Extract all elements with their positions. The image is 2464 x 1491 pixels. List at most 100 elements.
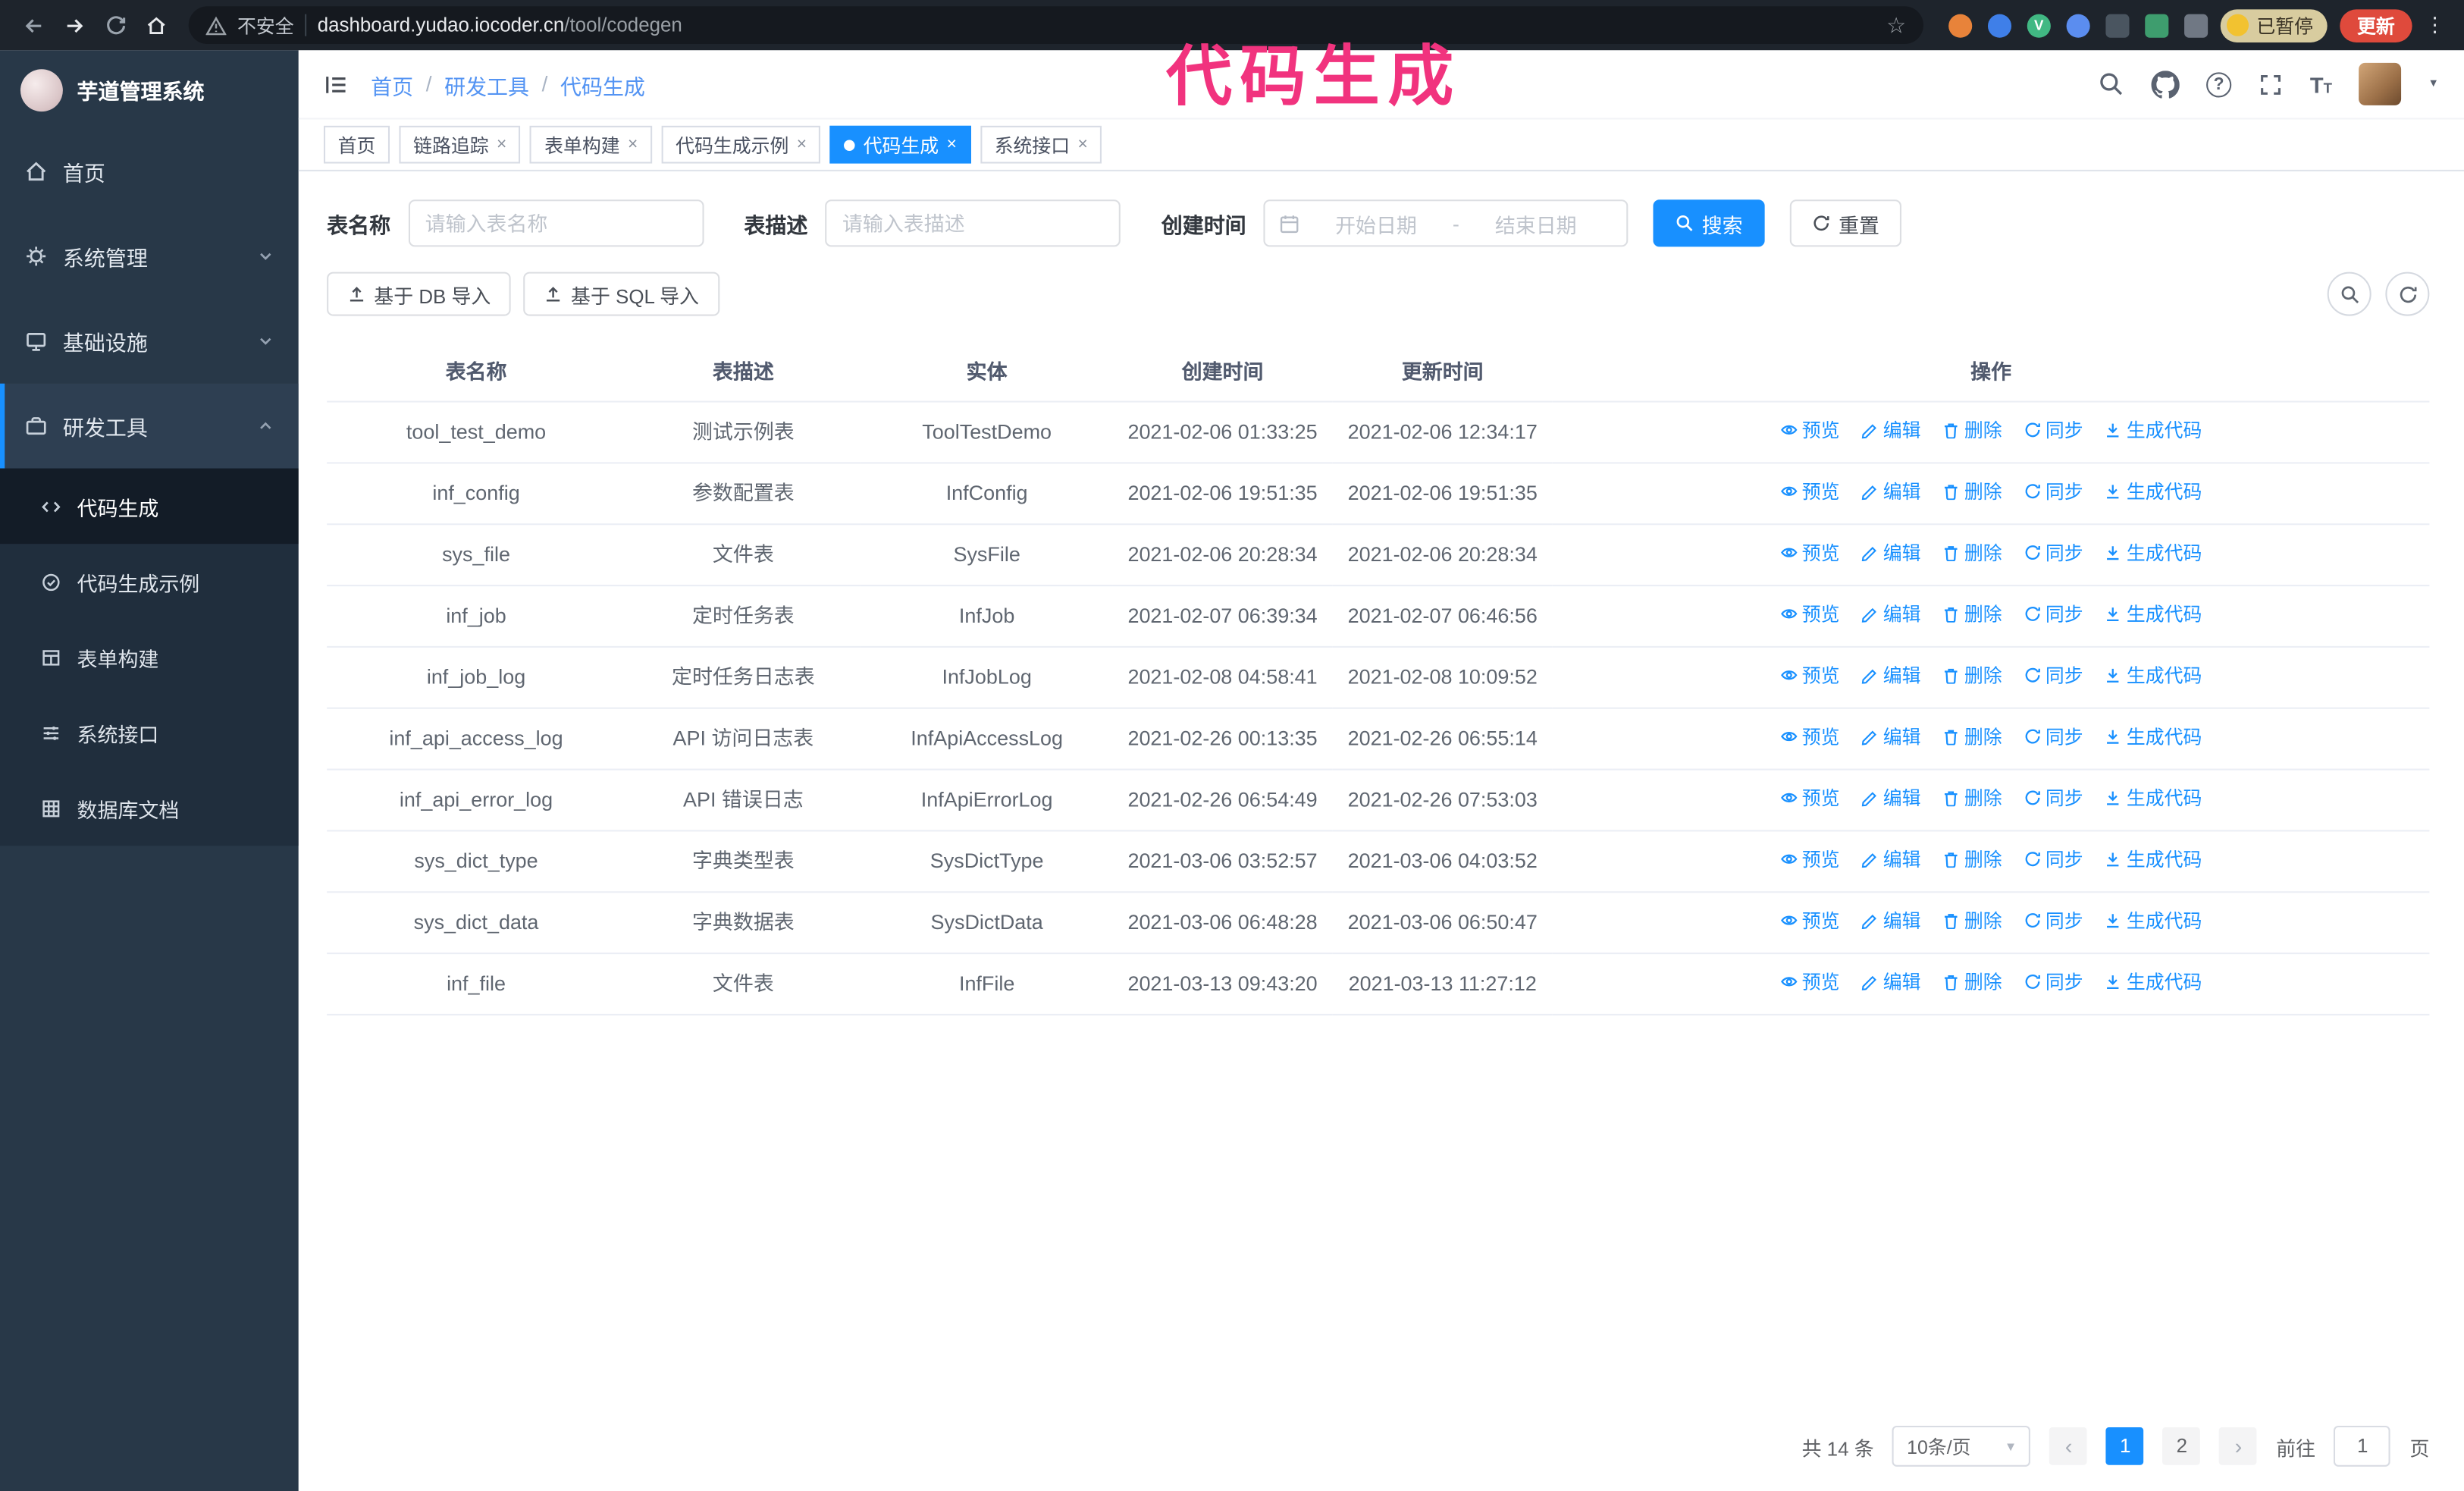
sync-link[interactable]: 同步 [2024,600,2083,628]
sidebar-item-db-doc[interactable]: 数据库文档 [0,771,299,846]
delete-link[interactable]: 删除 [1942,661,2002,689]
edit-link[interactable]: 编辑 [1861,906,1921,934]
page-button-2[interactable]: 2 [2163,1427,2201,1465]
close-icon[interactable]: × [628,135,638,153]
chrome-menu-icon[interactable]: ⋮ [2425,13,2445,38]
user-avatar[interactable] [2359,62,2402,105]
delete-link[interactable]: 删除 [1942,600,2002,628]
address-bar[interactable]: 不安全 dashboard.yudao.iocoder.cn/tool/code… [188,6,1923,45]
tab-tracing[interactable]: 链路追踪 × [399,125,522,164]
preview-link[interactable]: 预览 [1780,783,1840,811]
delete-link[interactable]: 删除 [1942,722,2002,750]
sync-link[interactable]: 同步 [2024,416,2083,444]
tab-form-builder[interactable]: 表单构建 × [530,125,653,164]
close-icon[interactable]: × [497,135,506,153]
next-page-button[interactable]: › [2219,1427,2258,1465]
extension-icon-4[interactable] [2066,13,2090,37]
sync-link[interactable]: 同步 [2024,906,2083,934]
edit-link[interactable]: 编辑 [1861,783,1921,811]
breadcrumb-devtools[interactable]: 研发工具 [444,68,529,99]
sync-link[interactable]: 同步 [2024,845,2083,873]
vue-devtools-icon[interactable]: V [2027,13,2051,37]
breadcrumb-home[interactable]: 首页 [371,68,413,99]
preview-link[interactable]: 预览 [1780,538,1840,567]
delete-link[interactable]: 删除 [1942,968,2002,996]
sidebar-item-devtools[interactable]: 研发工具 [0,383,299,469]
table-desc-input[interactable] [825,199,1121,247]
generate-code-link[interactable]: 生成代码 [2105,722,2202,750]
sidebar-item-system[interactable]: 系统管理 [0,214,299,299]
puzzle-extensions-icon[interactable] [2183,13,2209,37]
preview-link[interactable]: 预览 [1780,661,1840,689]
delete-link[interactable]: 删除 [1942,845,2002,873]
tab-codegen[interactable]: 代码生成 × [830,125,971,164]
sync-link[interactable]: 同步 [2024,538,2083,567]
edit-link[interactable]: 编辑 [1861,661,1921,689]
extension-icon-1[interactable] [1948,13,1973,37]
tab-home[interactable]: 首页 [323,125,390,164]
generate-code-link[interactable]: 生成代码 [2105,416,2202,444]
prev-page-button[interactable]: ‹ [2049,1427,2088,1465]
generate-code-link[interactable]: 生成代码 [2105,845,2202,873]
delete-link[interactable]: 删除 [1942,906,2002,934]
close-icon[interactable]: × [797,135,807,153]
date-range-picker[interactable]: 开始日期 - 结束日期 [1263,199,1629,247]
generate-code-link[interactable]: 生成代码 [2105,600,2202,628]
generate-code-link[interactable]: 生成代码 [2105,783,2202,811]
sidebar-item-form-builder[interactable]: 表单构建 [0,620,299,695]
tab-api[interactable]: 系统接口 × [980,125,1102,164]
sidebar-item-infrastructure[interactable]: 基础设施 [0,299,299,384]
sidebar-item-codegen-example[interactable]: 代码生成示例 [0,544,299,619]
search-icon[interactable] [2098,71,2124,97]
forward-button[interactable] [53,5,94,46]
delete-link[interactable]: 删除 [1942,416,2002,444]
preview-link[interactable]: 预览 [1780,416,1840,444]
preview-link[interactable]: 预览 [1780,477,1840,505]
edit-link[interactable]: 编辑 [1861,600,1921,628]
preview-link[interactable]: 预览 [1780,600,1840,628]
sync-link[interactable]: 同步 [2024,661,2083,689]
generate-code-link[interactable]: 生成代码 [2105,968,2202,996]
extension-icon-2[interactable] [1987,13,2011,37]
generate-code-link[interactable]: 生成代码 [2105,661,2202,689]
sidebar-item-codegen[interactable]: 代码生成 [0,468,299,545]
fullscreen-icon[interactable] [2258,71,2283,96]
edit-link[interactable]: 编辑 [1861,722,1921,750]
url-text[interactable]: dashboard.yudao.iocoder.cn/tool/codegen [318,14,682,36]
generate-code-link[interactable]: 生成代码 [2105,477,2202,505]
edit-link[interactable]: 编辑 [1861,416,1921,444]
chrome-update-button[interactable]: 更新 [2340,8,2412,42]
page-size-select[interactable]: 10条/页 ▼ [1892,1425,2031,1467]
toggle-search-button[interactable] [2327,272,2372,316]
sidebar-item-api[interactable]: 系统接口 [0,695,299,770]
tab-codegen-example[interactable]: 代码生成示例 × [661,125,821,164]
preview-link[interactable]: 预览 [1780,722,1840,750]
sync-link[interactable]: 同步 [2024,783,2083,811]
date-end-placeholder[interactable]: 结束日期 [1459,209,1613,238]
sync-link[interactable]: 同步 [2024,968,2083,996]
bookmark-star-icon[interactable]: ☆ [1886,14,1906,36]
preview-link[interactable]: 预览 [1780,968,1840,996]
delete-link[interactable]: 删除 [1942,538,2002,567]
date-start-placeholder[interactable]: 开始日期 [1299,209,1453,238]
edit-link[interactable]: 编辑 [1861,845,1921,873]
search-button[interactable]: 搜索 [1653,199,1765,247]
reload-button[interactable] [94,5,135,46]
import-sql-button[interactable]: 基于 SQL 导入 [523,272,719,316]
sync-link[interactable]: 同步 [2024,722,2083,750]
delete-link[interactable]: 删除 [1942,477,2002,505]
collapse-sidebar-button[interactable] [324,71,349,96]
back-button[interactable] [13,5,54,46]
help-icon[interactable]: ? [2206,71,2232,97]
preview-link[interactable]: 预览 [1780,906,1840,934]
github-icon[interactable] [2151,70,2180,98]
extension-icon-5[interactable] [2105,13,2130,37]
edit-link[interactable]: 编辑 [1861,538,1921,567]
sync-link[interactable]: 同步 [2024,477,2083,505]
edit-link[interactable]: 编辑 [1861,477,1921,505]
generate-code-link[interactable]: 生成代码 [2105,538,2202,567]
refresh-table-button[interactable] [2385,272,2430,316]
home-button[interactable] [135,5,176,46]
import-db-button[interactable]: 基于 DB 导入 [327,272,512,316]
delete-link[interactable]: 删除 [1942,783,2002,811]
